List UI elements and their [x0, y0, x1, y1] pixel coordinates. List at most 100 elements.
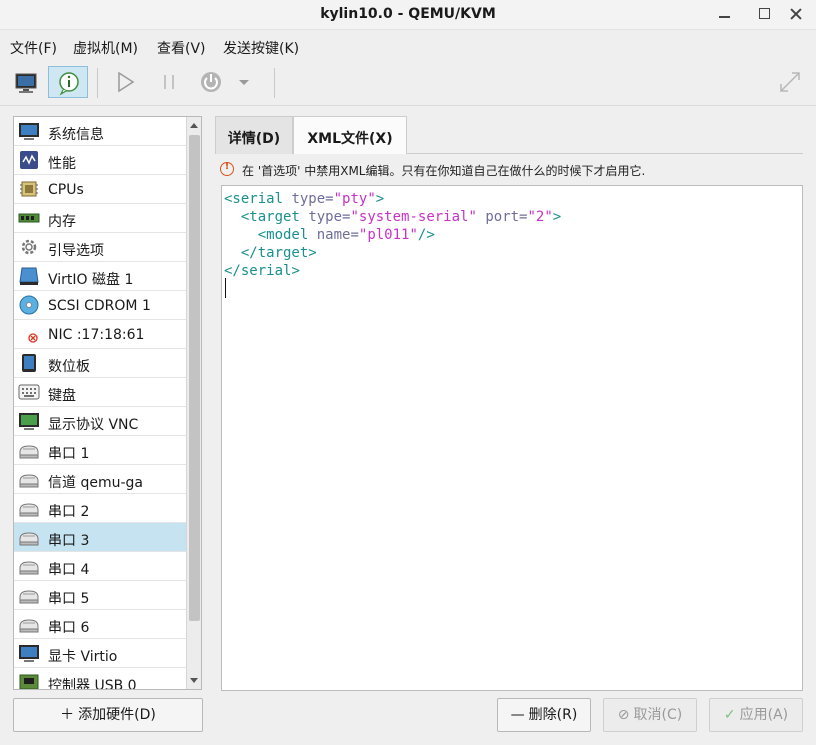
fullscreen-button[interactable] — [770, 66, 810, 98]
hardware-list-item[interactable]: 串口 4 — [14, 552, 187, 581]
warning-text: 在 '首选项' 中禁用XML编辑。只有在你知道自己在做什么的时候下才启用它. — [242, 164, 646, 178]
menu-vm[interactable]: 虚拟机(M) — [73, 38, 138, 58]
shutdown-button[interactable] — [191, 66, 231, 98]
tablet-icon — [22, 354, 36, 372]
xml-line[interactable]: <target type="system-serial" port="2"> — [224, 208, 561, 226]
hardware-item-label: 串口 2 — [48, 504, 90, 520]
controller-icon — [19, 674, 39, 689]
xml-line[interactable]: <serial type="pty"> — [224, 190, 384, 208]
apply-button[interactable]: ✓ 应用(A) — [709, 698, 803, 732]
tab-details[interactable]: 详情(D) — [215, 116, 293, 154]
serial-icon — [19, 590, 39, 604]
menu-send-key[interactable]: 发送按键(K) — [223, 38, 299, 58]
hardware-item-label: CPUs — [48, 182, 84, 198]
xml-editor[interactable]: <serial type="pty"> <target type="system… — [221, 185, 803, 691]
xml-line[interactable]: </target> — [224, 244, 317, 262]
hardware-list-item[interactable]: 系统信息 — [14, 117, 187, 146]
scroll-down-icon[interactable] — [190, 678, 198, 683]
serial-icon — [19, 561, 39, 575]
monitor-icon — [15, 73, 37, 93]
hardware-item-label: 串口 4 — [48, 562, 90, 578]
hardware-list-item[interactable]: VirtIO 磁盘 1 — [14, 262, 187, 291]
plus-icon: ＋ — [60, 707, 75, 723]
maximize-icon[interactable] — [752, 3, 776, 25]
serial-icon — [19, 474, 39, 488]
toolbar — [0, 60, 816, 106]
hardware-item-label: 串口 1 — [48, 446, 90, 462]
cancel-label: 取消(C) — [633, 707, 683, 723]
hardware-item-label: NIC :17:18:61 — [48, 327, 145, 343]
tab-divider — [407, 153, 803, 154]
hardware-item-label: 引导选项 — [48, 243, 104, 259]
run-button[interactable] — [105, 66, 145, 98]
disk-icon — [19, 267, 39, 285]
tab-xml[interactable]: XML文件(X) — [293, 116, 407, 154]
hardware-list-item[interactable]: 串口 6 — [14, 610, 187, 639]
text-cursor — [225, 278, 226, 298]
hardware-list-item[interactable]: 内存 — [14, 204, 187, 233]
cpu-icon — [20, 181, 38, 197]
scroll-up-icon[interactable] — [190, 123, 198, 128]
add-hardware-label: 添加硬件(D) — [78, 707, 156, 723]
hardware-list-item[interactable]: 显示协议 VNC — [14, 407, 187, 436]
cdrom-icon — [19, 295, 39, 315]
hardware-list-item[interactable]: 串口 3 — [14, 523, 187, 552]
info-icon — [59, 72, 79, 96]
hardware-list-item[interactable]: 串口 5 — [14, 581, 187, 610]
hardware-list-item[interactable]: 控制器 USB 0 — [14, 668, 187, 690]
close-icon[interactable] — [784, 3, 808, 25]
dropdown-arrow-icon — [239, 80, 249, 85]
hardware-list-scrollbar[interactable] — [186, 117, 201, 689]
hardware-list-item[interactable]: 引导选项 — [14, 233, 187, 262]
checkmark-icon: ✓ — [723, 707, 736, 723]
monitor-icon — [19, 123, 39, 140]
apply-label: 应用(A) — [739, 707, 789, 723]
serial-icon — [19, 619, 39, 633]
toolbar-separator — [274, 68, 275, 98]
scrollbar-thumb[interactable] — [189, 135, 200, 621]
minimize-icon[interactable] — [712, 3, 736, 25]
xml-line[interactable]: <model name="pl011"/> — [224, 226, 435, 244]
hardware-item-label: 显卡 Virtio — [48, 649, 118, 665]
hardware-list-item[interactable]: 信道 qemu-ga — [14, 465, 187, 494]
remove-button[interactable]: — 删除(R) — [497, 698, 591, 732]
add-hardware-button[interactable]: ＋添加硬件(D) — [13, 698, 203, 732]
hardware-list-item[interactable]: CPUs — [14, 175, 187, 204]
hardware-list-item[interactable]: 显卡 Virtio — [14, 639, 187, 668]
nic-disconnected-icon — [28, 333, 38, 343]
hardware-item-label: 控制器 USB 0 — [48, 678, 137, 690]
hardware-list-item[interactable]: NIC :17:18:61 — [14, 320, 187, 349]
hardware-list-item[interactable]: 键盘 — [14, 378, 187, 407]
hardware-list-item[interactable]: 性能 — [14, 146, 187, 175]
hardware-item-label: VirtIO 磁盘 1 — [48, 272, 134, 288]
hardware-item-label: 性能 — [48, 156, 76, 172]
performance-icon — [20, 151, 38, 169]
pause-button[interactable] — [149, 66, 189, 98]
minus-icon: — — [510, 707, 525, 723]
power-icon — [201, 72, 221, 92]
shutdown-menu-button[interactable] — [232, 66, 256, 98]
display-icon — [19, 413, 39, 430]
toolbar-separator — [97, 68, 98, 98]
console-button[interactable] — [6, 66, 46, 98]
serial-icon — [19, 532, 39, 546]
hardware-item-label: 串口 5 — [48, 591, 90, 607]
hardware-item-label: 信道 qemu-ga — [48, 475, 143, 491]
xml-line[interactable]: </serial> — [224, 262, 300, 280]
hardware-list-item[interactable]: 串口 1 — [14, 436, 187, 465]
hardware-list-item[interactable]: 数位板 — [14, 349, 187, 378]
cancel-button[interactable]: ⊘ 取消(C) — [603, 698, 697, 732]
title-bar: kylin10.0 - QEMU/KVM — [0, 0, 816, 30]
hardware-list[interactable]: 控制器 USB 0 显卡 Virtio 串口 6 串口 5 串口 4 串口 3 串口 2 信道… — [13, 116, 202, 690]
menu-view[interactable]: 查看(V) — [157, 38, 206, 58]
fullscreen-icon — [780, 72, 800, 92]
hardware-list-item[interactable]: 串口 2 — [14, 494, 187, 523]
window-title: kylin10.0 - QEMU/KVM — [320, 6, 496, 22]
menu-file[interactable]: 文件(F) — [10, 38, 57, 58]
warning-icon — [220, 161, 234, 176]
hardware-item-label: 数位板 — [48, 359, 90, 375]
pause-icon — [164, 75, 174, 89]
details-button[interactable] — [48, 66, 88, 98]
hardware-list-item[interactable]: SCSI CDROM 1 — [14, 291, 187, 320]
play-icon — [118, 71, 135, 93]
